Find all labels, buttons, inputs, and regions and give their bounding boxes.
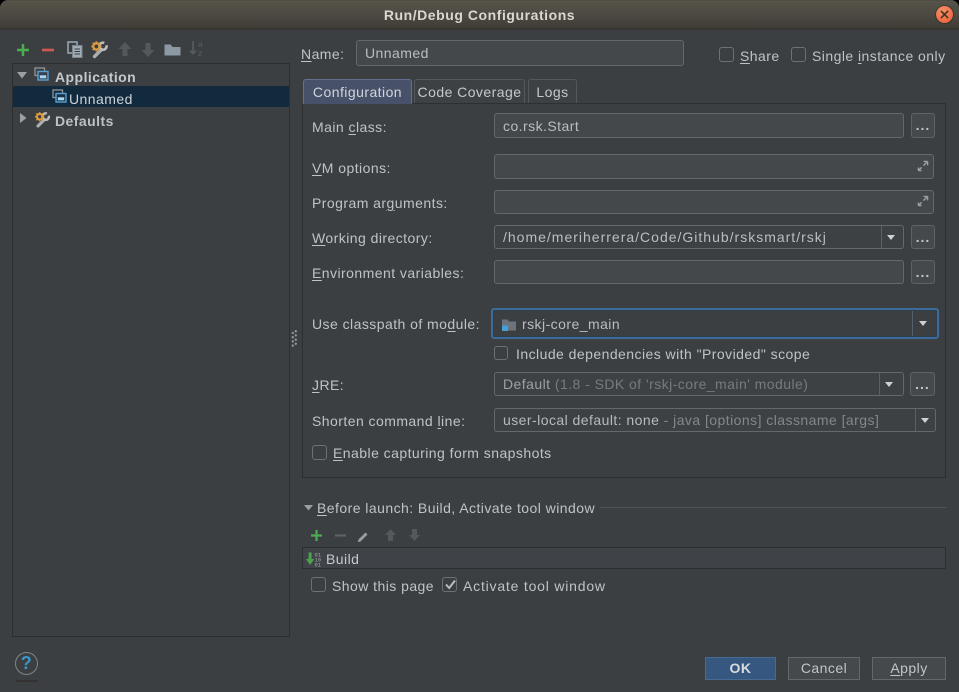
svg-text:01: 01 (315, 563, 321, 568)
svg-text:z: z (198, 48, 203, 58)
